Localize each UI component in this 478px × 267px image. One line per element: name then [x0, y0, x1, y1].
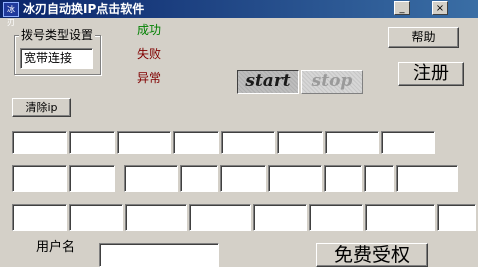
ip-field[interactable] — [325, 131, 379, 154]
ip-field[interactable] — [253, 204, 307, 231]
ip-field[interactable] — [180, 165, 218, 192]
ip-field[interactable] — [117, 131, 171, 154]
dial-type-group-label: 拨号类型设置 — [19, 28, 96, 42]
stop-button[interactable]: stop — [301, 70, 363, 94]
title-bar: 冰刃 冰刃自动换IP点击软件 _ × — [0, 0, 478, 27]
ip-field[interactable] — [12, 204, 67, 231]
ip-field[interactable] — [69, 204, 123, 231]
status-success-label: 成功 — [137, 23, 162, 37]
ip-field[interactable] — [437, 204, 476, 231]
username-input[interactable] — [99, 243, 219, 267]
help-button[interactable]: 帮助 — [388, 27, 459, 48]
ip-field[interactable] — [277, 131, 323, 154]
status-error-label: 异常 — [137, 71, 162, 85]
ip-field[interactable] — [12, 165, 67, 192]
ip-field[interactable] — [365, 204, 435, 231]
ip-field[interactable] — [124, 165, 178, 192]
ip-field[interactable] — [364, 165, 394, 192]
register-button[interactable]: 注册 — [398, 62, 464, 86]
username-label: 用户名 — [36, 240, 76, 255]
close-button[interactable]: × — [432, 1, 448, 15]
status-fail-label: 失败 — [137, 47, 162, 61]
ip-field[interactable] — [324, 165, 362, 192]
dial-type-field[interactable]: 宽带连接 — [20, 48, 93, 69]
minimize-button[interactable]: _ — [394, 1, 410, 15]
ip-field[interactable] — [268, 165, 322, 192]
ip-field[interactable] — [69, 165, 115, 192]
ip-field[interactable] — [125, 204, 187, 231]
free-authorize-button[interactable]: 免费受权 — [316, 243, 428, 267]
ip-field[interactable] — [220, 165, 266, 192]
ip-field[interactable] — [189, 204, 251, 231]
app-icon: 冰刃 — [3, 2, 19, 27]
ip-field[interactable] — [309, 204, 363, 231]
clear-ip-button[interactable]: 清除ip — [12, 98, 71, 117]
ip-field[interactable] — [173, 131, 219, 154]
ip-field[interactable] — [381, 131, 435, 154]
ip-field[interactable] — [221, 131, 275, 154]
start-button[interactable]: start — [237, 70, 299, 94]
ip-field[interactable] — [12, 131, 67, 154]
ip-field[interactable] — [396, 165, 458, 192]
window-title: 冰刃自动换IP点击软件 — [23, 2, 145, 16]
ip-field[interactable] — [69, 131, 115, 154]
